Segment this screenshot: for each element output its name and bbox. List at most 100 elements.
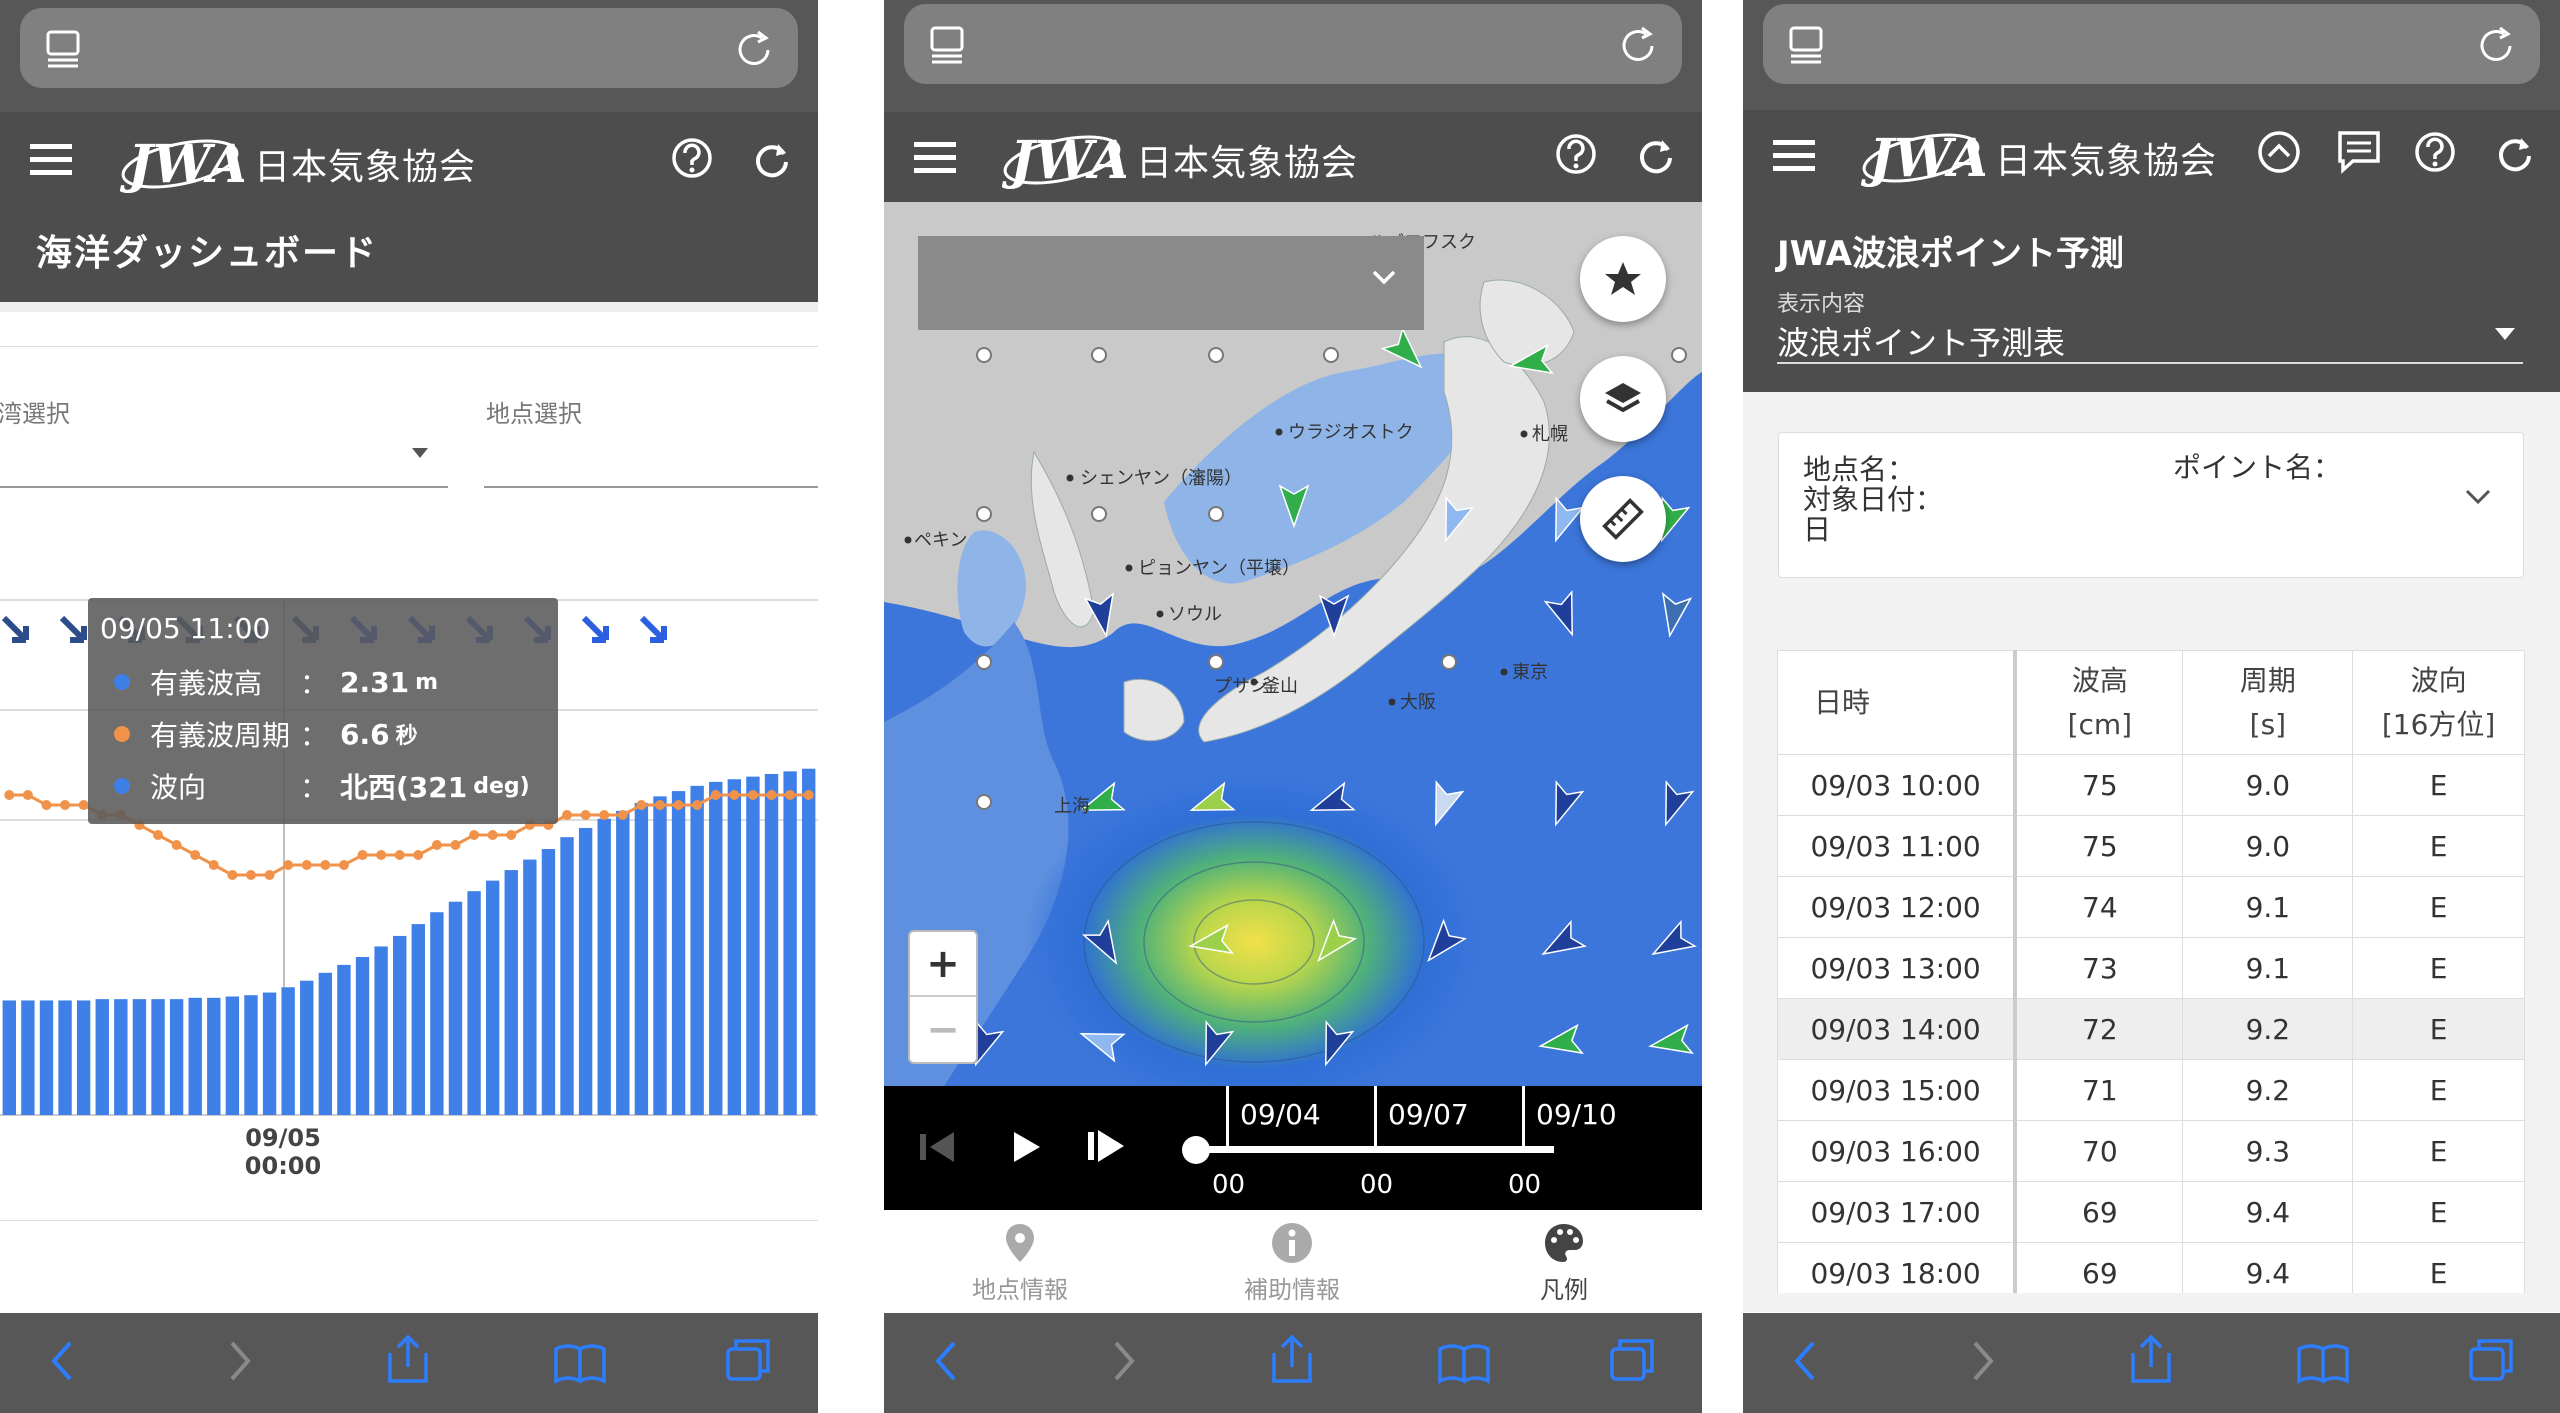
address-field[interactable] xyxy=(20,8,798,88)
period-point[interactable] xyxy=(580,810,591,820)
height-bar[interactable] xyxy=(300,980,314,1115)
period-point[interactable] xyxy=(469,830,480,840)
height-bar[interactable] xyxy=(448,901,463,1115)
table-row[interactable]: 09/03 12:00 74 9.1 E xyxy=(1777,876,2525,938)
refresh-icon[interactable] xyxy=(1636,134,1678,176)
period-point[interactable] xyxy=(654,800,665,810)
period-point[interactable] xyxy=(171,840,182,850)
period-point[interactable] xyxy=(376,850,387,860)
forward-icon[interactable] xyxy=(1112,1341,1136,1381)
period-point[interactable] xyxy=(785,790,796,800)
height-bar[interactable] xyxy=(411,924,425,1115)
height-bar[interactable] xyxy=(616,810,630,1115)
height-bar[interactable] xyxy=(467,891,481,1115)
bay-select[interactable] xyxy=(0,486,448,488)
height-bar[interactable] xyxy=(671,791,686,1115)
tabs-icon[interactable] xyxy=(726,1339,772,1383)
height-bar[interactable] xyxy=(114,999,128,1115)
table-row[interactable]: 09/03 18:00 69 9.4 E xyxy=(1777,1242,2525,1293)
period-point[interactable] xyxy=(710,790,721,800)
height-bar[interactable] xyxy=(634,802,649,1115)
timeline-handle[interactable] xyxy=(1182,1136,1210,1164)
height-bar[interactable] xyxy=(262,992,277,1115)
period-point[interactable] xyxy=(4,790,15,800)
period-point[interactable] xyxy=(245,870,256,880)
tabs-icon[interactable] xyxy=(1610,1339,1656,1383)
period-point[interactable] xyxy=(599,810,610,820)
period-point[interactable] xyxy=(673,800,684,810)
forward-icon[interactable] xyxy=(1971,1341,1995,1381)
table-row[interactable]: 09/03 17:00 69 9.4 E xyxy=(1777,1181,2525,1243)
table-row[interactable]: 09/03 16:00 70 9.3 E xyxy=(1777,1120,2525,1182)
height-bar[interactable] xyxy=(244,995,258,1115)
height-bar[interactable] xyxy=(541,849,556,1115)
chevron-down-icon[interactable] xyxy=(1372,270,1398,286)
height-bar[interactable] xyxy=(504,870,518,1115)
table-row[interactable]: 09/03 10:00 75 9.0 E xyxy=(1777,754,2525,816)
period-point[interactable] xyxy=(301,860,312,870)
layers-button[interactable] xyxy=(1580,356,1666,442)
table-row[interactable]: 09/03 11:00 75 9.0 E xyxy=(1777,815,2525,877)
refresh-icon[interactable] xyxy=(752,138,794,180)
bookmarks-icon[interactable] xyxy=(1438,1341,1490,1385)
period-point[interactable] xyxy=(264,870,275,880)
zoom-in-button[interactable]: + xyxy=(910,932,976,997)
height-bar[interactable] xyxy=(560,837,574,1115)
height-bar[interactable] xyxy=(578,827,593,1115)
tab-overview-icon[interactable] xyxy=(46,30,82,70)
favorite-button[interactable] xyxy=(1580,236,1666,322)
height-bar[interactable] xyxy=(76,1000,91,1115)
period-point[interactable] xyxy=(338,860,349,870)
height-bar[interactable] xyxy=(225,996,240,1116)
height-bar[interactable] xyxy=(337,964,351,1115)
height-bar[interactable] xyxy=(597,818,611,1115)
period-point[interactable] xyxy=(431,840,442,850)
height-bar[interactable] xyxy=(802,768,816,1115)
period-point[interactable] xyxy=(153,830,164,840)
help-icon[interactable] xyxy=(1556,134,1598,176)
period-point[interactable] xyxy=(729,790,740,800)
period-point[interactable] xyxy=(413,850,424,860)
map-canvas[interactable]: ハバロフスク ウラジオストク シェンヤン（瀋陽） ペキン ピョンヤン（平壌） ソ… xyxy=(884,202,1702,1086)
tab-point-info[interactable]: 地点情報 xyxy=(920,1210,1120,1305)
height-bar[interactable] xyxy=(746,776,760,1115)
height-bar[interactable] xyxy=(2,1000,16,1115)
height-bar[interactable] xyxy=(690,785,704,1115)
share-icon[interactable] xyxy=(386,1335,430,1385)
period-point[interactable] xyxy=(190,850,201,860)
tab-aux-info[interactable]: 補助情報 xyxy=(1192,1210,1392,1305)
back-icon[interactable] xyxy=(50,1341,74,1381)
help-icon[interactable] xyxy=(672,138,714,180)
height-bar[interactable] xyxy=(523,859,537,1115)
period-point[interactable] xyxy=(803,790,814,800)
height-bar[interactable] xyxy=(393,935,407,1115)
tab-overview-icon[interactable] xyxy=(930,26,966,66)
height-bar[interactable] xyxy=(318,972,333,1115)
period-point[interactable] xyxy=(41,800,52,810)
period-point[interactable] xyxy=(227,870,238,880)
period-point[interactable] xyxy=(320,860,331,870)
tab-legend[interactable]: 凡例 xyxy=(1464,1210,1664,1305)
share-icon[interactable] xyxy=(2129,1335,2173,1385)
measure-button[interactable] xyxy=(1580,476,1666,562)
height-bar[interactable] xyxy=(207,997,221,1115)
back-icon[interactable] xyxy=(1793,1341,1817,1381)
height-bar[interactable] xyxy=(39,1000,54,1115)
bookmarks-icon[interactable] xyxy=(554,1341,606,1385)
height-bar[interactable] xyxy=(783,771,797,1115)
forward-icon[interactable] xyxy=(228,1341,252,1381)
menu-icon[interactable] xyxy=(30,144,72,175)
wave-map[interactable]: ハバロフスク ウラジオストク シェンヤン（瀋陽） ペキン ピョンヤン（平壌） ソ… xyxy=(884,202,1702,1086)
region-dropdown[interactable] xyxy=(918,236,1424,330)
address-field[interactable] xyxy=(904,4,1682,84)
step-forward-icon[interactable] xyxy=(1088,1128,1126,1164)
timeline-track[interactable] xyxy=(1196,1146,1554,1153)
header-datetime[interactable]: 日時 xyxy=(1777,650,2018,755)
reload-icon[interactable] xyxy=(1620,24,1660,64)
height-bar[interactable] xyxy=(727,779,742,1115)
period-point[interactable] xyxy=(283,860,294,870)
share-icon[interactable] xyxy=(1270,1335,1314,1385)
height-bar[interactable] xyxy=(281,987,295,1115)
step-back-icon[interactable] xyxy=(920,1130,956,1164)
table-row[interactable]: 09/03 14:00 72 9.2 E xyxy=(1777,998,2525,1060)
